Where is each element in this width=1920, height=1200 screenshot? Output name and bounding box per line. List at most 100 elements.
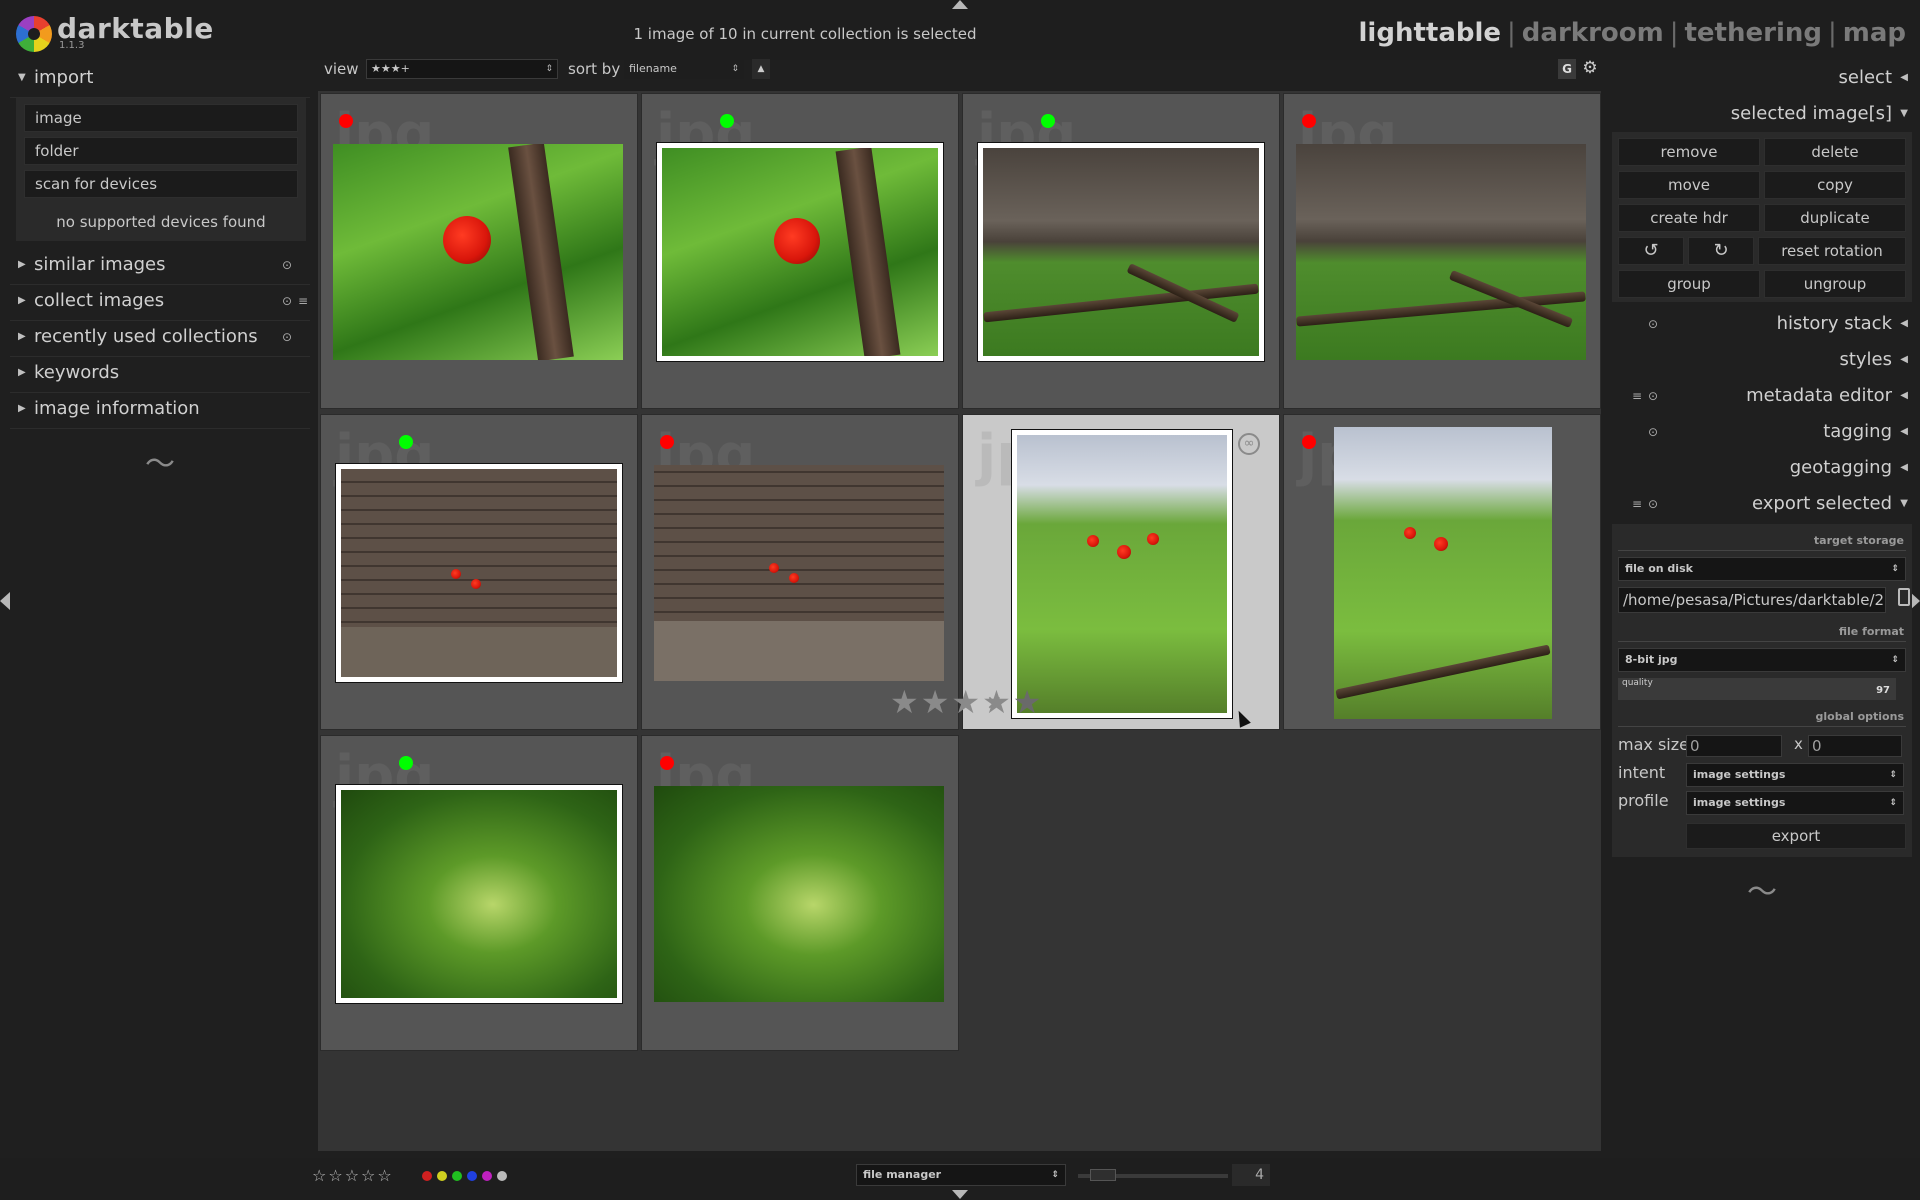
zoom-slider-handle[interactable] [1090,1169,1116,1181]
image-content [333,144,623,360]
section-recently-used[interactable]: ▶ recently used collections ⊙ [10,321,310,357]
color-label-green-icon[interactable] [452,1171,462,1181]
color-label-gray-icon[interactable] [497,1171,507,1181]
storage-select[interactable]: file on disk ⇕ [1618,557,1906,581]
thumbnail-image[interactable] [1011,429,1233,719]
quality-slider[interactable]: quality 97 [1618,678,1896,700]
image-content [654,465,944,681]
section-keywords[interactable]: ▶ keywords [10,357,310,393]
thumbnail-image[interactable] [654,786,944,1002]
export-button[interactable]: export [1686,823,1906,849]
section-image-information[interactable]: ▶ image information [10,393,310,429]
folder-browse-icon[interactable] [1898,588,1910,606]
view-map[interactable]: map [1843,18,1906,48]
import-image-button[interactable]: image [24,104,298,132]
thumbnail-cell[interactable]: jpg [320,414,638,730]
group-icon[interactable]: ∞ [1238,433,1260,455]
star-icon[interactable]: ★ [890,683,921,721]
reset-icon[interactable]: ⊙ [282,285,292,317]
thumbnail-image[interactable] [333,144,623,360]
thumbnail-image[interactable] [977,142,1265,362]
thumbnail-cell[interactable]: jpg [641,93,959,409]
reset-icon[interactable]: ⊙ [1648,306,1658,342]
thumbnail-cell[interactable]: jpg [320,93,638,409]
collapse-left-arrow-icon[interactable] [0,592,10,610]
times-label: x [1794,735,1803,753]
zoom-value[interactable]: 4 [1232,1164,1270,1186]
thumbnail-image[interactable] [1334,427,1552,719]
thumbnail-image[interactable] [656,142,944,362]
format-select[interactable]: 8-bit jpg ⇕ [1618,648,1906,672]
reset-icon[interactable]: ⊙ [1648,486,1658,522]
thumbnail-cell[interactable]: jpg [962,93,1280,409]
thumbnail-cell[interactable]: jpg [320,735,638,1051]
color-label-red-icon[interactable] [422,1171,432,1181]
darktable-logo-icon [16,16,52,52]
gear-icon[interactable]: ⚙ [1580,58,1600,78]
reset-icon[interactable]: ⊙ [1648,414,1658,450]
color-label-yellow-icon[interactable] [437,1171,447,1181]
section-select[interactable]: select ◀ [1612,60,1912,96]
layout-select[interactable]: file manager ⇕ [856,1164,1066,1186]
section-geotagging[interactable]: geotagging ◀ [1612,450,1912,486]
reset-icon[interactable]: ⊙ [1648,378,1658,414]
view-tethering[interactable]: tethering [1684,18,1822,48]
copy-button[interactable]: copy [1764,171,1906,199]
duplicate-button[interactable]: duplicate [1764,204,1906,232]
group-button[interactable]: group [1618,270,1760,298]
thumbnail-image[interactable] [654,465,944,681]
star-icon[interactable]: ★ [951,683,982,721]
section-history-stack[interactable]: ⊙ history stack ◀ [1612,306,1912,342]
sort-select[interactable]: filename ⇕ [624,59,744,79]
color-label-blue-icon[interactable] [467,1171,477,1181]
section-styles[interactable]: styles ◀ [1612,342,1912,378]
create-hdr-button[interactable]: create hdr [1618,204,1760,232]
presets-icon[interactable]: ≡ [1632,486,1642,522]
remove-button[interactable]: remove [1618,138,1760,166]
thumbnail-image[interactable] [335,784,623,1004]
collapse-bottom-arrow-icon[interactable] [952,1190,968,1199]
reset-icon[interactable]: ⊙ [282,249,292,281]
max-width-input[interactable]: 0 [1686,735,1782,757]
thumbnail-image[interactable] [1296,144,1586,360]
ungroup-button[interactable]: ungroup [1764,270,1906,298]
import-folder-button[interactable]: folder [24,137,298,165]
thumbnail-cell[interactable]: jpg [1283,93,1601,409]
delete-button[interactable]: delete [1764,138,1906,166]
star-icon[interactable]: ★ [982,683,1013,721]
thumbnail-cell[interactable]: jpg [1283,414,1601,730]
rating-filter-stars[interactable]: ☆☆☆☆☆ [312,1166,394,1185]
view-lighttable[interactable]: lighttable [1359,18,1502,48]
collapse-top-arrow-icon[interactable] [952,0,968,9]
thumbnail-cell[interactable]: jpg [641,735,959,1051]
star-icon[interactable]: ★ [1013,683,1044,721]
star-icon[interactable]: ★ [921,683,952,721]
view-darkroom[interactable]: darkroom [1522,18,1664,48]
section-similar-images[interactable]: ▶ similar images ⊙ [10,249,310,285]
presets-icon[interactable]: ≡ [298,285,308,317]
section-export-selected[interactable]: ≡ ⊙ export selected ▼ [1612,486,1912,522]
color-label-purple-icon[interactable] [482,1171,492,1181]
reset-rotation-button[interactable]: reset rotation [1758,237,1906,265]
move-button[interactable]: move [1618,171,1760,199]
thumbnail-image[interactable] [335,463,623,683]
reset-icon[interactable]: ⊙ [282,321,292,353]
section-import[interactable]: ▼ import [10,62,310,98]
collapsed-triangle-icon: ◀ [1900,426,1908,437]
section-metadata-editor[interactable]: ≡ ⊙ metadata editor ◀ [1612,378,1912,414]
section-tagging[interactable]: ⊙ tagging ◀ [1612,414,1912,450]
scan-devices-button[interactable]: scan for devices [24,170,298,198]
presets-icon[interactable]: ≡ [1632,378,1642,414]
section-selected-images[interactable]: selected image[s] ▼ [1612,96,1912,132]
rotate-cw-icon[interactable]: ↻ [1688,237,1754,265]
grouping-button[interactable]: G [1558,59,1576,79]
rotate-ccw-icon[interactable]: ↺ [1618,237,1684,265]
intent-select[interactable]: image settings ⇕ [1686,763,1904,787]
rating-filter-select[interactable]: ★★★+ ⇕ [366,59,558,79]
section-collect-images[interactable]: ▶ collect images ⊙ ≡ [10,285,310,321]
sort-direction-button[interactable]: ▲ [752,59,770,79]
max-height-input[interactable]: 0 [1808,735,1902,757]
star-rating[interactable]: ★★★★★ [890,683,1043,721]
profile-select[interactable]: image settings ⇕ [1686,791,1904,815]
export-path-input[interactable]: /home/pesasa/Pictures/darktable/2( [1618,587,1886,613]
